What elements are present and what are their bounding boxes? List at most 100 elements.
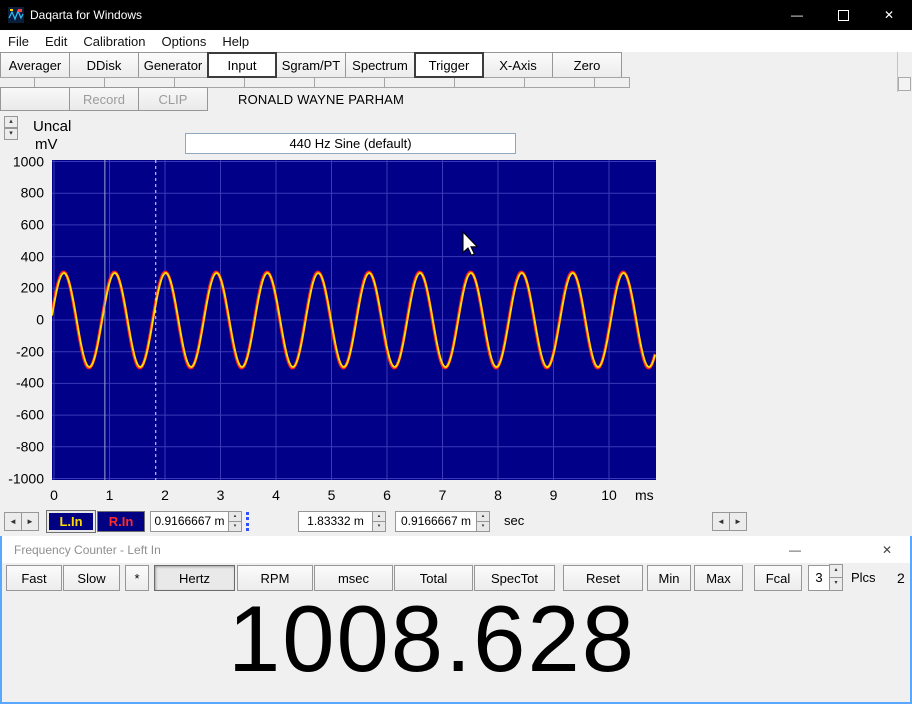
record-button[interactable]: Record	[69, 87, 139, 111]
y-tick-label: -1000	[8, 470, 44, 487]
menu-item-calibration[interactable]: Calibration	[75, 30, 153, 52]
close-icon: ✕	[883, 8, 895, 22]
y-expand-button[interactable]: ▴	[4, 116, 18, 128]
generator-title-field[interactable]: 440 Hz Sine (default)	[185, 133, 516, 154]
x-tick-label: 5	[327, 487, 336, 503]
spin-up-button[interactable]: ▴	[229, 512, 241, 522]
toolbar-button-zero[interactable]: Zero	[552, 52, 622, 78]
tab-stub	[384, 77, 455, 88]
y-tick-label: 400	[20, 248, 44, 265]
tab-stub	[454, 77, 525, 88]
cursor-right-field[interactable]: 1.83332 m ▴ ▾	[298, 511, 386, 532]
close-icon: ✕	[881, 542, 893, 557]
y-axis-labels: 1000 800 600 400 200 0 -200 -400 -600 -800 -1000	[0, 153, 47, 486]
spin-down-button[interactable]: ▾	[477, 522, 489, 531]
x-tick-label: 8	[494, 487, 502, 503]
toolbar-row-2: Record CLIP RONALD WAYNE PARHAM	[0, 87, 912, 111]
x-axis-labels: 0 1 2 3 4 5 6 7 8 9 10 ms	[50, 487, 732, 505]
x-tick-label: 3	[216, 487, 225, 503]
counter-window-title: Frequency Counter - Left In	[14, 542, 161, 557]
right-in-channel-button[interactable]: R.In	[97, 511, 145, 532]
cursor-right-value: 1.83332 m	[307, 514, 364, 528]
toolbar-button-spectrum[interactable]: Spectrum	[345, 52, 415, 78]
y-tick-label: 0	[36, 311, 44, 328]
toolbar-button-input[interactable]: Input	[207, 52, 277, 78]
uncal-label: Uncal	[33, 118, 72, 135]
menu-item-file[interactable]: File	[0, 30, 37, 52]
cursor-left-value: 0.9166667 m	[154, 514, 225, 528]
edge-value: 2	[897, 570, 905, 586]
window-title: Daqarta for Windows	[30, 8, 143, 22]
right-scrollbar-button[interactable]	[898, 77, 911, 91]
x-tick-label: 4	[272, 487, 280, 503]
tab-stub	[244, 77, 315, 88]
menu-item-help[interactable]: Help	[214, 30, 257, 52]
close-button[interactable]: ✕	[866, 0, 912, 30]
y-tick-label: 1000	[12, 153, 44, 170]
toolbar-button-ddisk[interactable]: DDisk	[69, 52, 139, 78]
y-tick-label: -800	[15, 438, 44, 455]
toolbar-button-x-axis[interactable]: X-Axis	[483, 52, 553, 78]
cursor-readout-bar: ◄ ► L.In R.In 0.9166667 m ▴ ▾ 1.83332 m …	[0, 511, 912, 532]
x-tick-label: 6	[383, 487, 391, 503]
scroll-right-button[interactable]: ►	[21, 512, 39, 531]
x-tick-label: 2	[161, 487, 169, 503]
clip-button[interactable]: CLIP	[138, 87, 208, 111]
y-tick-label: -200	[15, 343, 44, 360]
cursor-delta-field[interactable]: 0.9166667 m ▴ ▾	[395, 511, 490, 532]
minimize-button[interactable]: —	[774, 0, 820, 30]
spin-up-button[interactable]: ▴	[373, 512, 385, 522]
waveform-trace	[52, 160, 656, 480]
cursor-left-field[interactable]: 0.9166667 m ▴ ▾	[150, 511, 242, 532]
x-tick-label: 1	[105, 487, 114, 503]
x-tick-label: 10	[601, 487, 617, 503]
x-tick-label: 9	[549, 487, 558, 503]
spin-up-button[interactable]: ▴	[829, 564, 843, 578]
app-icon	[8, 7, 24, 23]
spin-down-button[interactable]: ▾	[229, 522, 241, 531]
x-tick-label: 7	[438, 487, 447, 503]
tab-stub	[314, 77, 385, 88]
y-tick-label: 800	[20, 184, 44, 201]
title-bar: Daqarta for Windows — ✕	[0, 0, 912, 30]
toolbar-button-trigger[interactable]: Trigger	[414, 52, 484, 78]
spin-up-button[interactable]: ▴	[477, 512, 489, 522]
scroll-left-button[interactable]: ◄	[4, 512, 22, 531]
x-tick-label: 0	[50, 487, 58, 503]
toolbar-button-averager[interactable]: Averager	[0, 52, 70, 78]
blank-button[interactable]	[0, 87, 70, 111]
menu-item-edit[interactable]: Edit	[37, 30, 75, 52]
maximize-icon	[837, 9, 849, 21]
cursor-drag-handle[interactable]	[246, 512, 249, 531]
registered-user-name: RONALD WAYNE PARHAM	[238, 91, 405, 107]
left-in-channel-button[interactable]: L.In	[47, 511, 95, 532]
close-button[interactable]: ✕	[864, 536, 910, 563]
maximize-button[interactable]	[820, 0, 866, 30]
cursor-left-spinner: ▴ ▾	[228, 512, 241, 531]
scroll-right-button[interactable]: ►	[729, 512, 747, 531]
x-axis-unit-label: ms	[635, 487, 654, 503]
scroll-left-button[interactable]: ◄	[712, 512, 730, 531]
cursor-delta-value: 0.9166667 m	[400, 514, 472, 528]
y-compress-button[interactable]: ▾	[4, 128, 18, 140]
minimize-button[interactable]: —	[772, 536, 818, 563]
toolbar-button-sgram-pt[interactable]: Sgram/PT	[276, 52, 346, 78]
toolbar-button-generator[interactable]: Generator	[138, 52, 208, 78]
menu-bar: File Edit Calibration Options Help	[0, 30, 912, 52]
waveform-display[interactable]	[52, 160, 656, 480]
tab-stub	[594, 77, 630, 88]
minimize-icon: —	[791, 8, 803, 22]
frequency-reading: 1008.628	[227, 586, 637, 691]
y-axis-unit-label: mV	[35, 136, 58, 153]
frequency-counter-window: Frequency Counter - Left In — ✕ Fast Slo…	[0, 536, 912, 704]
menu-item-options[interactable]: Options	[154, 30, 215, 52]
counter-title-bar: Frequency Counter - Left In — ✕	[2, 536, 910, 563]
cursor-delta-spinner: ▴ ▾	[476, 512, 489, 531]
y-tick-label: -400	[15, 375, 44, 392]
toolbar: Averager DDisk Generator Input Sgram/PT …	[0, 52, 912, 78]
minimize-icon: —	[789, 542, 801, 557]
spin-down-button[interactable]: ▾	[373, 522, 385, 531]
daqarta-main-window: Daqarta for Windows — ✕ File Edit Calibr…	[0, 0, 912, 536]
y-tick-label: -600	[15, 406, 44, 423]
